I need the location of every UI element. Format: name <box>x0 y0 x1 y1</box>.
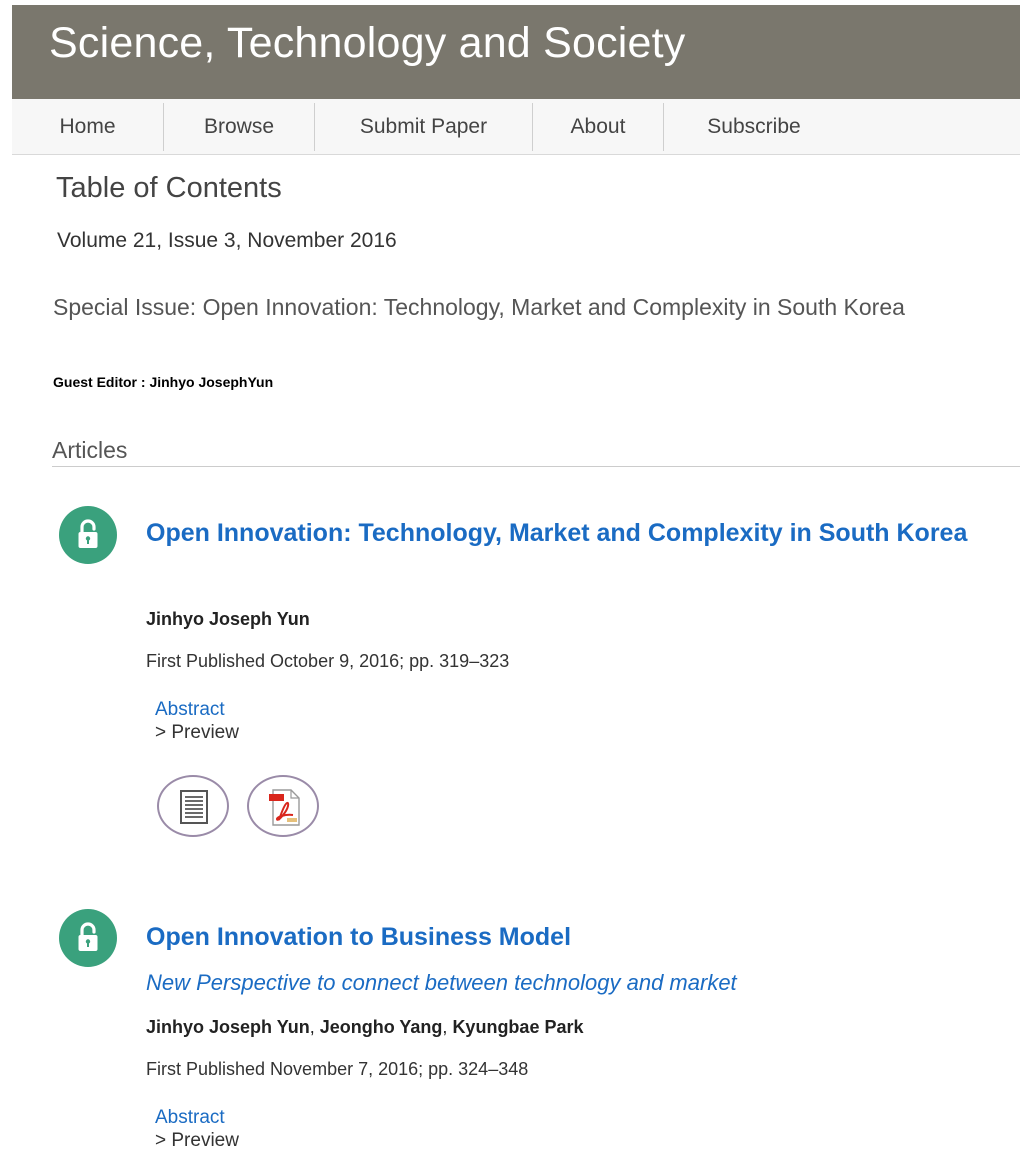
abstract-link[interactable]: Abstract <box>155 699 225 721</box>
author-name[interactable]: Jinhyo Joseph Yun <box>146 1017 310 1037</box>
journal-title[interactable]: Science, Technology and Society <box>49 19 685 68</box>
full-text-button[interactable] <box>157 775 229 837</box>
toc-heading: Table of Contents <box>56 172 282 204</box>
full-text-icon <box>180 790 208 824</box>
publication-info: First Published November 7, 2016; pp. 32… <box>146 1059 529 1079</box>
author-name[interactable]: Jinhyo Joseph Yun <box>146 609 310 629</box>
open-access-icon <box>59 506 117 564</box>
article-subtitle[interactable]: New Perspective to connect between techn… <box>146 970 737 996</box>
nav-about[interactable]: About <box>533 103 663 150</box>
main-nav: Home Browse Submit Paper About Subscribe <box>12 99 1020 155</box>
issue-volume: Volume 21, Issue 3, November 2016 <box>57 229 397 252</box>
nav-submit-paper[interactable]: Submit Paper <box>315 103 532 150</box>
section-heading-articles: Articles <box>52 437 128 463</box>
pdf-button[interactable] <box>247 775 319 837</box>
preview-toggle[interactable]: > Preview <box>155 722 239 744</box>
author-name[interactable]: Jeongho Yang <box>320 1017 443 1037</box>
article-title[interactable]: Open Innovation to Business Model <box>146 919 1016 956</box>
nav-home[interactable]: Home <box>12 103 163 150</box>
abstract-link[interactable]: Abstract <box>155 1107 225 1129</box>
nav-browse[interactable]: Browse <box>164 103 314 150</box>
article-title[interactable]: Open Innovation: Technology, Market and … <box>146 515 1016 552</box>
open-access-icon <box>59 909 117 967</box>
special-issue-title: Special Issue: Open Innovation: Technolo… <box>53 294 905 320</box>
nav-subscribe[interactable]: Subscribe <box>664 103 844 150</box>
unlocked-padlock-icon <box>78 922 98 951</box>
article-authors: Jinhyo Joseph Yun <box>146 609 310 630</box>
journal-banner: Science, Technology and Society <box>12 5 1020 99</box>
article-authors: Jinhyo Joseph Yun, Jeongho Yang, Kyungba… <box>146 1017 583 1038</box>
pdf-icon <box>269 789 300 826</box>
author-name[interactable]: Kyungbae Park <box>452 1017 583 1037</box>
preview-toggle[interactable]: > Preview <box>155 1130 239 1152</box>
publication-info: First Published October 9, 2016; pp. 319… <box>146 651 510 671</box>
unlocked-padlock-icon <box>78 519 98 548</box>
author-separator: , <box>309 1017 320 1037</box>
section-divider <box>52 466 1020 467</box>
author-separator: , <box>442 1017 453 1037</box>
guest-editor: Guest Editor : Jinhyo JosephYun <box>53 374 274 390</box>
